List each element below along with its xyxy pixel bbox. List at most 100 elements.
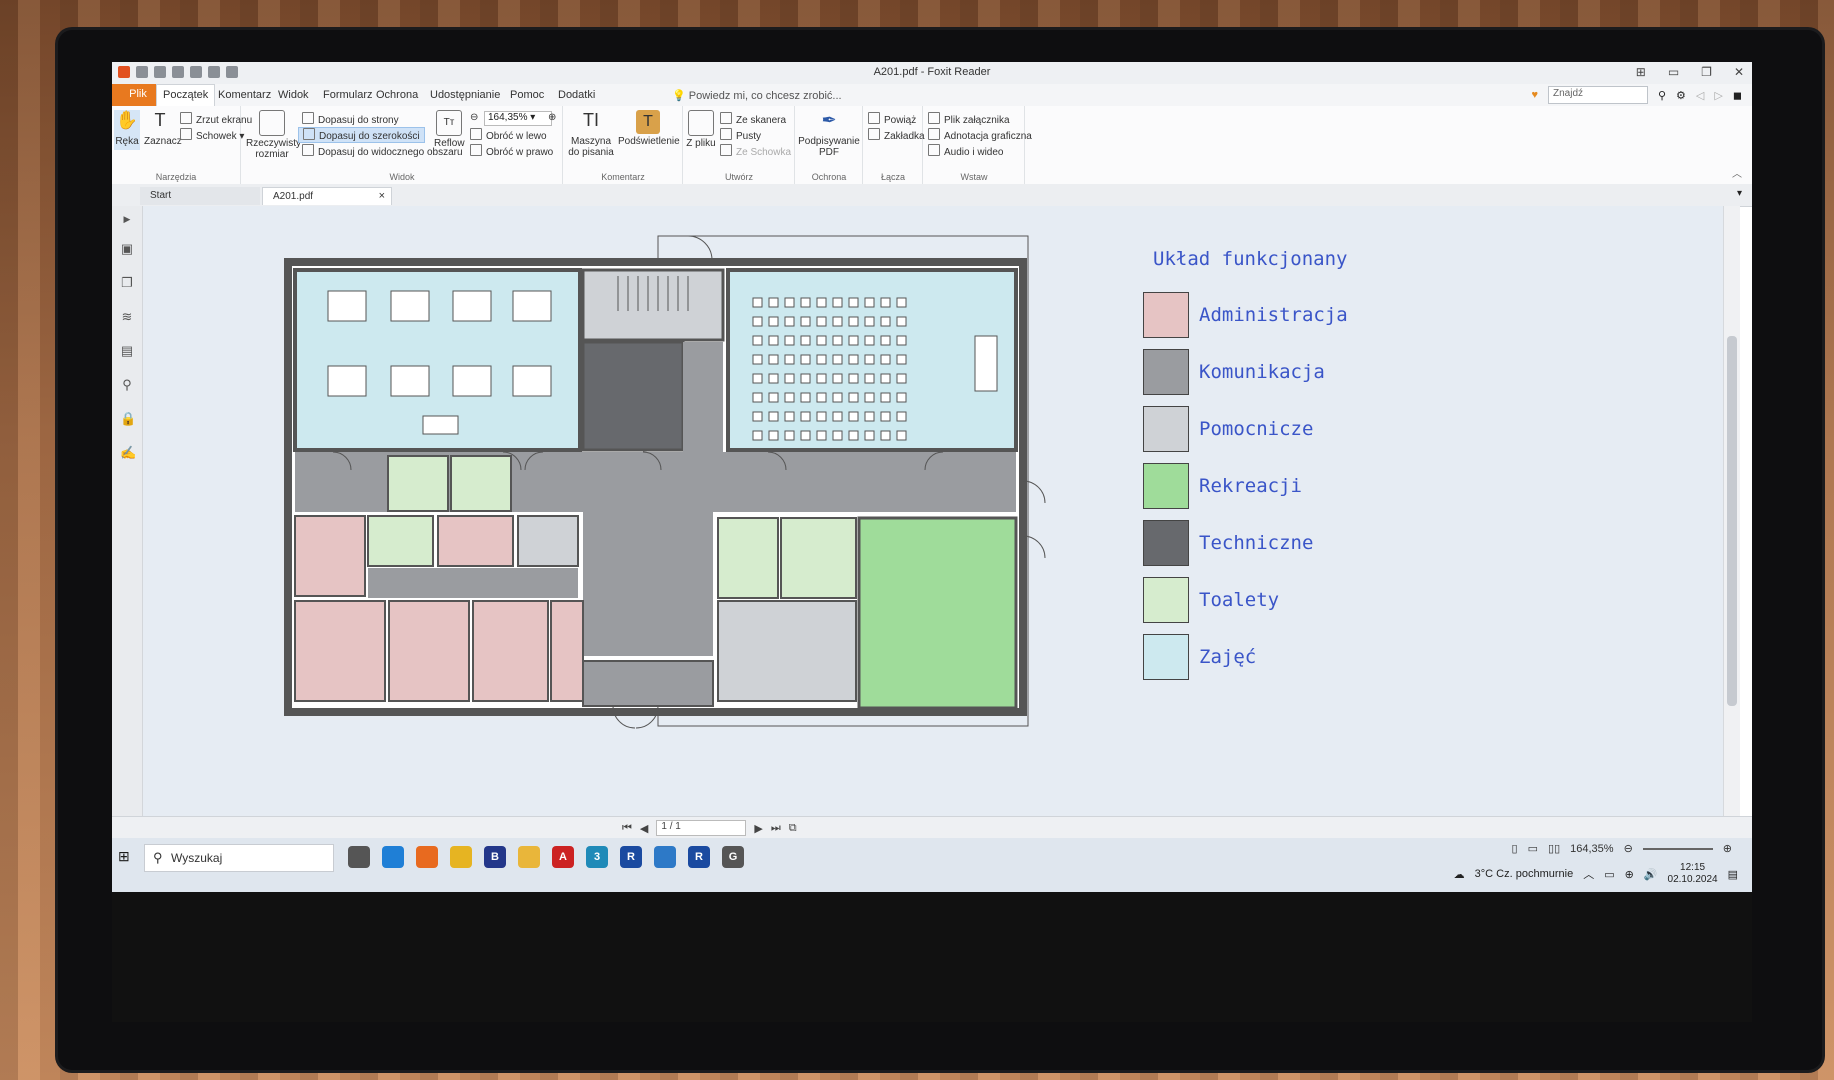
minimize-button[interactable]: ▭ xyxy=(1668,65,1679,79)
network-icon[interactable]: ⊕ xyxy=(1625,868,1634,881)
restore-button[interactable]: ❐ xyxy=(1701,65,1712,79)
document-viewport[interactable]: Układ funkcjonany Administracja Komunikac… xyxy=(143,206,1723,816)
tab-addons[interactable]: Dodatki xyxy=(552,87,601,103)
clock[interactable]: 12:15 02.10.2024 xyxy=(1668,862,1718,886)
fit-width-button[interactable]: Dopasuj do szerokości xyxy=(298,127,425,143)
last-page-icon[interactable]: ⏭ xyxy=(771,822,781,835)
forward-icon[interactable]: ▷ xyxy=(1714,89,1722,102)
user-icon[interactable]: ◼ xyxy=(1733,89,1742,102)
legend-label: Pomocnicze xyxy=(1199,418,1314,440)
tell-me-box[interactable]: 💡 Powiedz mi, co chcesz zrobić... xyxy=(672,89,842,102)
foxit-reader-icon[interactable]: G xyxy=(722,846,744,868)
seat xyxy=(880,373,891,384)
highlight-button[interactable]: T Podświetlenie xyxy=(618,110,680,147)
tab-comment[interactable]: Komentarz xyxy=(212,87,277,103)
audio-video-button[interactable]: Audio i wideo xyxy=(928,144,1003,158)
page-input[interactable]: 1 / 1 xyxy=(656,820,747,836)
typewriter-button[interactable]: TI Maszyna do pisania xyxy=(568,110,614,158)
clipboard-button[interactable]: Schowek ▾ xyxy=(180,128,244,142)
zoom-in-icon[interactable]: ⊕ xyxy=(1723,842,1732,855)
zoom-slider[interactable] xyxy=(1642,847,1713,850)
tab-start[interactable]: Start xyxy=(140,187,260,205)
actual-size-button[interactable]: Rzeczywisty rozmiar xyxy=(246,110,301,160)
expand-panel-icon[interactable]: ▶ xyxy=(120,212,134,226)
revit-2-icon[interactable]: R xyxy=(688,846,710,868)
tab-help[interactable]: Pomoc xyxy=(504,87,550,103)
facing-icon[interactable]: ▯▯ xyxy=(1548,842,1560,855)
image-annotation-button[interactable]: Adnotacja graficzna xyxy=(928,128,1032,142)
chrome-icon[interactable] xyxy=(450,846,472,868)
tab-a201[interactable]: A201.pdf × xyxy=(262,187,392,205)
autocad-icon[interactable]: A xyxy=(552,846,574,868)
volume-icon[interactable]: 🔊 xyxy=(1644,868,1658,881)
notifications-icon[interactable]: ▤ xyxy=(1728,868,1738,881)
chevron-up-icon[interactable]: ︿ xyxy=(1583,866,1594,882)
vertical-scrollbar[interactable] xyxy=(1723,206,1740,816)
heart-icon[interactable]: ♥ xyxy=(1531,89,1538,101)
continuous-icon[interactable]: ▭ xyxy=(1528,842,1538,855)
zoom-out-icon[interactable]: ⊖ xyxy=(1624,842,1633,855)
bookmark-button[interactable]: Zakładka xyxy=(868,128,925,142)
group-label: Łącza xyxy=(880,172,906,182)
reflow-button[interactable]: Tт Reflow xyxy=(434,110,465,149)
scrollbar-thumb[interactable] xyxy=(1727,336,1737,706)
app-pen-icon[interactable] xyxy=(654,846,676,868)
windows-start-icon[interactable]: ⊞ xyxy=(118,848,134,864)
pages-icon[interactable]: ▣ xyxy=(120,242,134,256)
comments-icon[interactable]: ▤ xyxy=(120,344,134,358)
weather-icon[interactable]: ☁ xyxy=(1454,868,1465,881)
layers-icon[interactable]: ≋ xyxy=(120,310,134,324)
tab-view[interactable]: Widok xyxy=(272,87,315,103)
zoom-out-icon[interactable]: ⊖ xyxy=(470,112,478,123)
edge-icon[interactable] xyxy=(382,846,404,868)
typewriter-icon: TI xyxy=(583,110,599,130)
blank-button[interactable]: Pusty xyxy=(720,128,761,142)
tab-share[interactable]: Udostępnianie xyxy=(424,87,506,103)
from-scanner-button[interactable]: Ze skanera xyxy=(720,112,786,126)
page-layout-icon[interactable]: ⧉ xyxy=(789,822,797,835)
hand-tool-button[interactable]: ✋ Ręka xyxy=(114,110,140,150)
select-tool-button[interactable]: T Zaznacz xyxy=(144,110,182,147)
attachment-icon[interactable]: ⚲ xyxy=(120,378,134,392)
back-icon[interactable]: ◁ xyxy=(1696,89,1704,102)
ribbon-options-icon[interactable]: ⊞ xyxy=(1636,65,1646,79)
seat xyxy=(864,335,875,346)
firefox-icon[interactable] xyxy=(416,846,438,868)
find-input[interactable]: Znajdź xyxy=(1547,86,1648,104)
link-button[interactable]: Powiąż xyxy=(868,112,916,126)
revit-icon[interactable]: R xyxy=(620,846,642,868)
rotate-left-button[interactable]: Obróć w lewo xyxy=(470,128,547,142)
zoom-select[interactable]: 164,35% ▾ xyxy=(484,111,552,126)
attachment-button[interactable]: Plik załącznika xyxy=(928,112,1010,126)
taskbar-search[interactable]: ⚲ Wyszukaj xyxy=(144,844,334,872)
sign-pdf-button[interactable]: ✒ Podpisywanie PDF xyxy=(798,110,860,158)
app-3-icon[interactable]: 3 xyxy=(586,846,608,868)
fit-page-button[interactable]: Dopasuj do strony xyxy=(302,112,399,126)
next-page-icon[interactable]: ▶ xyxy=(754,822,762,835)
rotate-left-icon xyxy=(470,128,482,140)
file-explorer-icon[interactable] xyxy=(518,846,540,868)
single-page-icon[interactable]: ▯ xyxy=(1512,842,1518,855)
rotate-right-button[interactable]: Obróć w prawo xyxy=(470,144,553,158)
from-file-button[interactable]: Z pliku xyxy=(686,110,716,149)
lock-icon[interactable]: 🔒 xyxy=(120,412,136,426)
prev-page-icon[interactable]: ◀ xyxy=(640,822,648,835)
signature-icon[interactable]: ✍ xyxy=(120,446,136,460)
close-button[interactable]: ✕ xyxy=(1734,65,1744,79)
search-icon[interactable]: ⚲ xyxy=(1658,89,1666,102)
tab-protect[interactable]: Ochrona xyxy=(370,87,424,103)
close-tab-icon[interactable]: × xyxy=(379,190,385,202)
battery-icon[interactable]: ▭ xyxy=(1604,868,1614,881)
collapse-ribbon-icon[interactable]: ︿ xyxy=(1732,165,1742,180)
zoom-level[interactable]: 164,35% xyxy=(1570,843,1613,855)
from-clipboard-button[interactable]: Ze Schowka xyxy=(720,144,791,158)
thumbnails-icon[interactable]: ❐ xyxy=(120,276,134,290)
first-page-icon[interactable]: ⏮ xyxy=(622,822,632,835)
seat xyxy=(752,411,763,422)
tab-list-icon[interactable]: ▾ xyxy=(1737,188,1742,199)
weather-text[interactable]: 3°C Cz. pochmurnie xyxy=(1475,868,1574,880)
zoom-in-icon[interactable]: ⊕ xyxy=(548,112,556,123)
app-b-icon[interactable]: B xyxy=(484,846,506,868)
gear-icon[interactable]: ⚙ xyxy=(1676,89,1686,102)
task-view-icon[interactable] xyxy=(348,846,370,868)
